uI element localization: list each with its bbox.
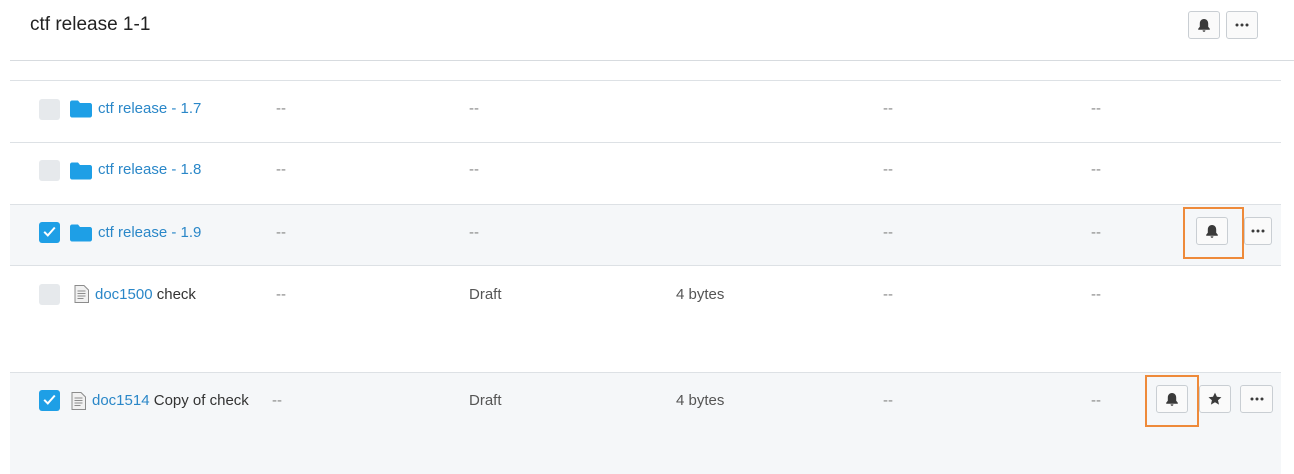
star-icon (1208, 392, 1222, 405)
more-button[interactable] (1226, 11, 1258, 39)
row-cell: -- (276, 161, 286, 178)
bell-icon (1198, 18, 1210, 32)
doc-id-link[interactable]: doc1514 (92, 392, 150, 409)
doc-title: Copy of check (153, 392, 249, 409)
row-cell: -- (272, 392, 282, 409)
status-cell: Draft (469, 392, 502, 409)
status-cell: Draft (469, 286, 502, 303)
row-cell: -- (276, 286, 286, 303)
page-title: ctf release 1-1 (30, 14, 151, 35)
doc-id-link[interactable]: doc1500 (95, 286, 153, 303)
file-list: ctf release - 1.7 -- -- -- -- ctf releas… (10, 80, 1281, 474)
table-row[interactable]: ctf release - 1.9 -- -- -- -- (10, 204, 1281, 265)
row-cell: -- (883, 392, 893, 409)
size-cell: 4 bytes (676, 286, 725, 303)
page-header: ctf release 1-1 (0, 0, 1294, 60)
folder-icon (70, 224, 92, 242)
bell-icon (1206, 224, 1218, 238)
row-favorite-button[interactable] (1199, 385, 1231, 413)
folder-icon (70, 100, 92, 118)
document-icon (74, 285, 89, 303)
check-icon (43, 226, 56, 237)
row-cell: -- (1091, 224, 1101, 241)
bell-icon (1166, 392, 1178, 406)
row-cell: -- (883, 161, 893, 178)
row-cell: -- (1091, 100, 1101, 117)
row-cell: -- (883, 100, 893, 117)
size-cell: 4 bytes (676, 392, 725, 409)
ellipsis-icon (1235, 23, 1249, 27)
ellipsis-icon (1250, 397, 1263, 401)
header-divider (10, 60, 1294, 61)
row-checkbox[interactable] (39, 160, 60, 181)
row-cell: -- (276, 224, 286, 241)
row-cell: -- (469, 100, 479, 117)
table-row[interactable]: doc1514 Copy of check -- Draft 4 bytes -… (10, 372, 1281, 474)
row-cell: -- (1091, 392, 1101, 409)
row-cell: -- (276, 100, 286, 117)
row-notify-button[interactable] (1196, 217, 1228, 245)
notify-button[interactable] (1188, 11, 1220, 39)
folder-icon (70, 162, 92, 180)
row-more-button[interactable] (1244, 217, 1272, 245)
row-cell: -- (1091, 286, 1101, 303)
header-actions (1188, 11, 1258, 39)
row-cell: -- (469, 224, 479, 241)
row-cell: -- (883, 286, 893, 303)
row-name-link[interactable]: ctf release - 1.7 (98, 100, 201, 117)
ellipsis-icon (1251, 229, 1265, 233)
table-row[interactable]: doc1500 check -- Draft 4 bytes -- -- (10, 265, 1281, 372)
row-cell: -- (1091, 161, 1101, 178)
table-row[interactable]: ctf release - 1.8 -- -- -- -- (10, 142, 1281, 204)
check-icon (43, 394, 56, 405)
row-name-link[interactable]: ctf release - 1.8 (98, 161, 201, 178)
row-cell: -- (469, 161, 479, 178)
row-checkbox[interactable] (39, 222, 60, 243)
row-more-button[interactable] (1240, 385, 1273, 413)
row-notify-button[interactable] (1156, 385, 1188, 413)
document-icon (71, 392, 86, 410)
row-checkbox[interactable] (39, 390, 60, 411)
row-checkbox[interactable] (39, 284, 60, 305)
table-row[interactable]: ctf release - 1.7 -- -- -- -- (10, 80, 1281, 142)
row-name-link[interactable]: ctf release - 1.9 (98, 224, 201, 241)
row-checkbox[interactable] (39, 99, 60, 120)
row-cell: -- (883, 224, 893, 241)
doc-title: check (156, 286, 196, 303)
